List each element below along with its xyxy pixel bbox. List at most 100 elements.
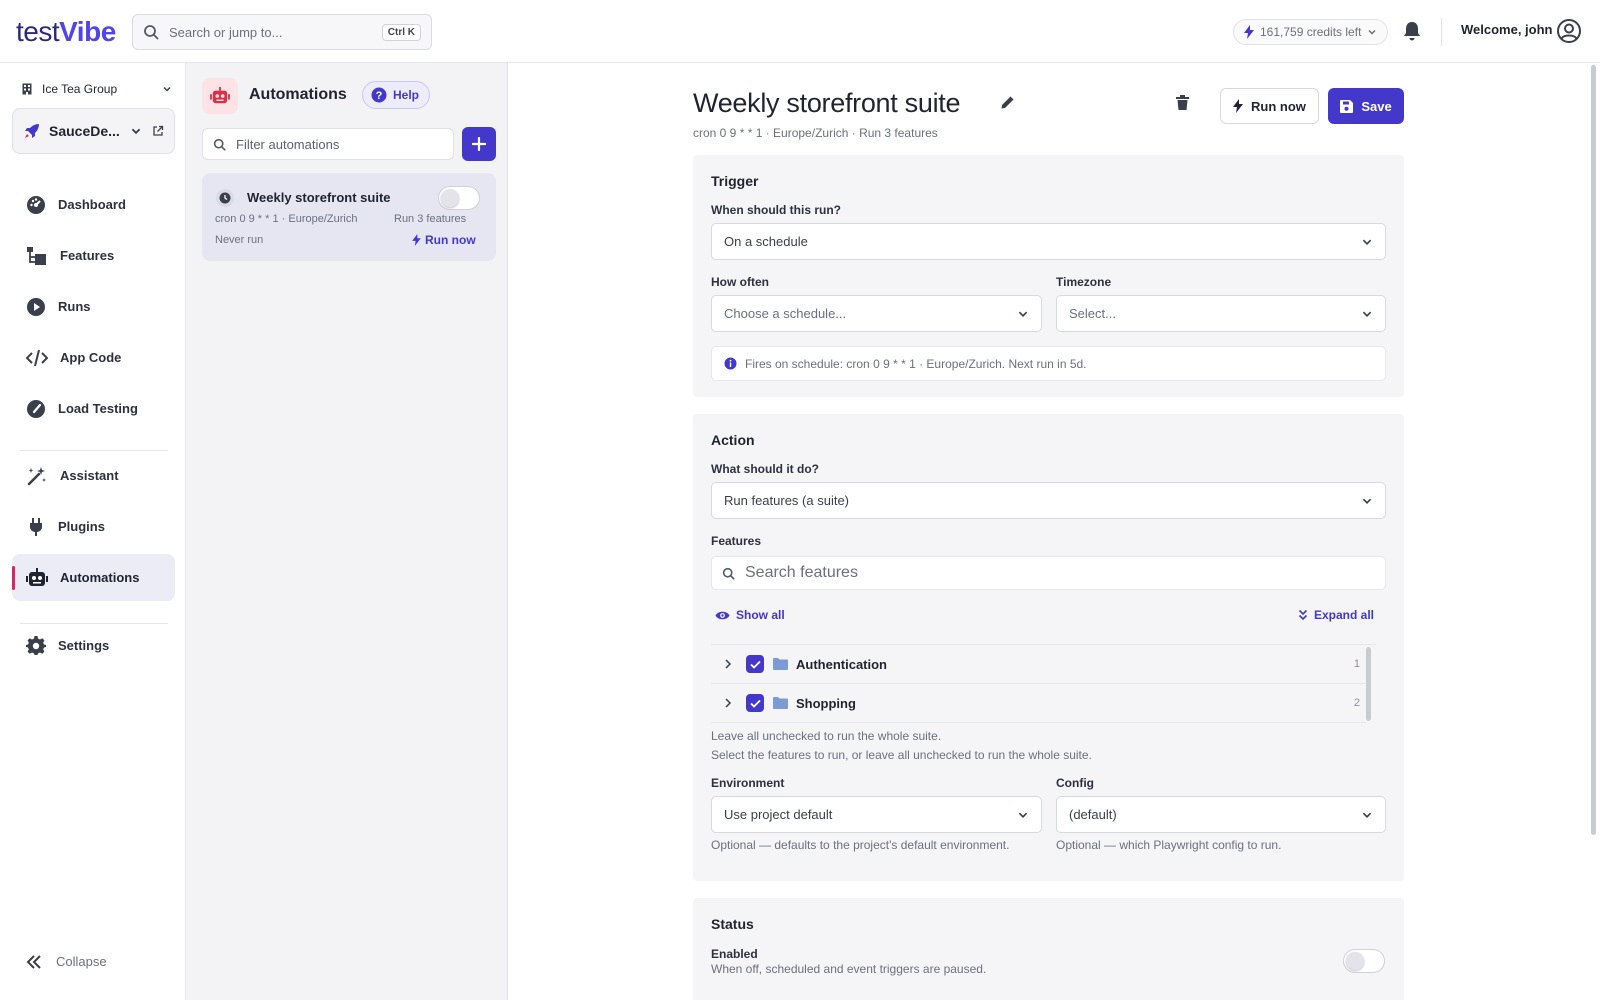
- sidebar-item-runs[interactable]: Runs: [12, 283, 175, 330]
- how-often-label: How often: [711, 275, 769, 289]
- collapse-sidebar-button[interactable]: Collapse: [26, 954, 107, 969]
- filter-automations-input[interactable]: Filter automations: [202, 128, 454, 160]
- testvibe-logo[interactable]: test Vibe: [16, 12, 116, 52]
- filter-placeholder: Filter automations: [236, 136, 340, 152]
- how-often-select[interactable]: Choose a schedule...: [711, 295, 1042, 332]
- save-button[interactable]: Save: [1328, 88, 1404, 124]
- config-value: (default): [1069, 807, 1117, 822]
- how-often-placeholder: Choose a schedule...: [724, 306, 847, 321]
- sidebar-item-dashboard[interactable]: Dashboard: [12, 181, 175, 228]
- user-avatar-icon[interactable]: [1556, 18, 1582, 44]
- environment-hint: Optional — defaults to the project's def…: [711, 838, 1010, 852]
- feature-name: Shopping: [796, 695, 856, 711]
- chevron-down-icon: [130, 125, 142, 137]
- features-label: Features: [711, 534, 762, 548]
- page-scrollbar[interactable]: [1591, 65, 1596, 835]
- credits-button[interactable]: 161,759 credits left: [1233, 19, 1389, 45]
- chevron-right-icon[interactable]: [724, 697, 732, 709]
- automations-title: Automations: [249, 86, 347, 103]
- external-link-icon[interactable]: [152, 125, 164, 137]
- automation-enabled-toggle[interactable]: [438, 186, 480, 210]
- show-all-button[interactable]: Show all: [715, 608, 785, 622]
- search-shortcut: Ctrl K: [381, 23, 421, 41]
- feature-count: 2: [1353, 697, 1360, 709]
- sidebar-item-load-testing[interactable]: Load Testing: [12, 385, 175, 432]
- floppy-disk-icon: [1340, 99, 1354, 113]
- tree-scrollbar[interactable]: [1366, 647, 1371, 721]
- org-name: Ice Tea Group: [42, 82, 118, 96]
- sidebar-item-label: Dashboard: [58, 197, 126, 212]
- sidebar-item-plugins[interactable]: Plugins: [12, 503, 175, 550]
- sidebar-item-label: Automations: [60, 570, 140, 585]
- card-run-now-button[interactable]: Run now: [412, 233, 476, 247]
- chevron-down-icon: [1361, 809, 1373, 821]
- automation-card-schedule: cron 0 9 * * 1 · Europe/Zurich: [215, 213, 358, 225]
- building-icon: [22, 83, 32, 95]
- chevron-down-icon: [1367, 27, 1377, 37]
- trash-icon[interactable]: [1176, 95, 1189, 110]
- bell-icon[interactable]: [1403, 21, 1421, 41]
- enabled-hint: When off, scheduled and event triggers a…: [711, 962, 987, 976]
- project-switcher[interactable]: SauceDe...: [12, 108, 175, 154]
- feature-name: Authentication: [796, 656, 887, 672]
- lightning-icon: [412, 234, 421, 246]
- sidebar-item-automations[interactable]: Automations: [12, 554, 175, 601]
- environment-select[interactable]: Use project default: [711, 796, 1042, 833]
- org-switcher[interactable]: Ice Tea Group: [22, 82, 172, 96]
- features-tree: Authentication 1 Shopping 2: [711, 644, 1376, 724]
- features-search-input[interactable]: Search features: [711, 556, 1386, 590]
- edit-pencil-icon[interactable]: [1000, 95, 1015, 110]
- help-button[interactable]: ? Help: [362, 81, 431, 109]
- when-select[interactable]: On a schedule: [711, 223, 1386, 260]
- run-now-label: Run now: [1251, 98, 1306, 114]
- trigger-title: Trigger: [711, 173, 759, 189]
- feature-checkbox[interactable]: [746, 655, 764, 673]
- timezone-placeholder: Select...: [1069, 306, 1116, 321]
- automation-card[interactable]: Weekly storefront suite cron 0 9 * * 1 ·…: [202, 173, 496, 261]
- environment-value: Use project default: [724, 807, 833, 822]
- logo-text-test: test: [16, 16, 60, 47]
- sidebar-divider: [20, 450, 168, 451]
- add-automation-button[interactable]: [462, 127, 496, 161]
- show-all-label: Show all: [736, 608, 785, 622]
- automations-list-panel: Automations ? Help Filter automations We…: [186, 63, 508, 1000]
- expand-all-button[interactable]: Expand all: [1298, 608, 1374, 622]
- search-icon: [722, 567, 735, 580]
- action-section: Action What should it do? Run features (…: [693, 414, 1404, 881]
- run-now-button[interactable]: Run now: [1220, 88, 1319, 124]
- automation-card-action: Run 3 features: [394, 213, 467, 225]
- chevron-down-icon: [1017, 308, 1029, 320]
- chevron-down-icon: [1361, 236, 1373, 248]
- status-section: Status Enabled When off, scheduled and e…: [693, 898, 1404, 1000]
- collapse-label: Collapse: [56, 954, 107, 969]
- timezone-select[interactable]: Select...: [1056, 295, 1386, 332]
- plug-icon: [26, 517, 46, 537]
- status-enabled-toggle[interactable]: [1343, 949, 1385, 973]
- status-title: Status: [711, 916, 754, 932]
- save-label: Save: [1361, 98, 1392, 114]
- sidebar-item-settings[interactable]: Settings: [12, 622, 175, 669]
- clock-icon: [216, 189, 234, 207]
- when-label: When should this run?: [711, 203, 841, 217]
- chevron-right-icon[interactable]: [724, 658, 732, 670]
- info-icon: [724, 357, 737, 370]
- config-label: Config: [1056, 776, 1094, 790]
- feature-checkbox[interactable]: [746, 694, 764, 712]
- features-icon: [26, 246, 48, 266]
- sidebar-item-label: App Code: [60, 350, 122, 365]
- credits-label: 161,759 credits left: [1260, 25, 1362, 39]
- tree-row[interactable]: Shopping 2: [711, 684, 1366, 723]
- search-icon: [213, 138, 226, 151]
- what-select[interactable]: Run features (a suite): [711, 482, 1386, 519]
- help-label: Help: [393, 88, 420, 102]
- sidebar-item-app-code[interactable]: App Code: [12, 334, 175, 381]
- sidebar-item-assistant[interactable]: Assistant: [12, 452, 175, 499]
- expand-all-label: Expand all: [1314, 608, 1375, 622]
- sidebar-item-features[interactable]: Features: [12, 232, 175, 279]
- tree-row[interactable]: Authentication 1: [711, 645, 1366, 684]
- when-value: On a schedule: [724, 234, 808, 249]
- sidebar-item-label: Assistant: [60, 468, 119, 483]
- config-select[interactable]: (default): [1056, 796, 1386, 833]
- lightning-icon: [1233, 99, 1244, 113]
- global-search[interactable]: Search or jump to... Ctrl K: [132, 14, 432, 50]
